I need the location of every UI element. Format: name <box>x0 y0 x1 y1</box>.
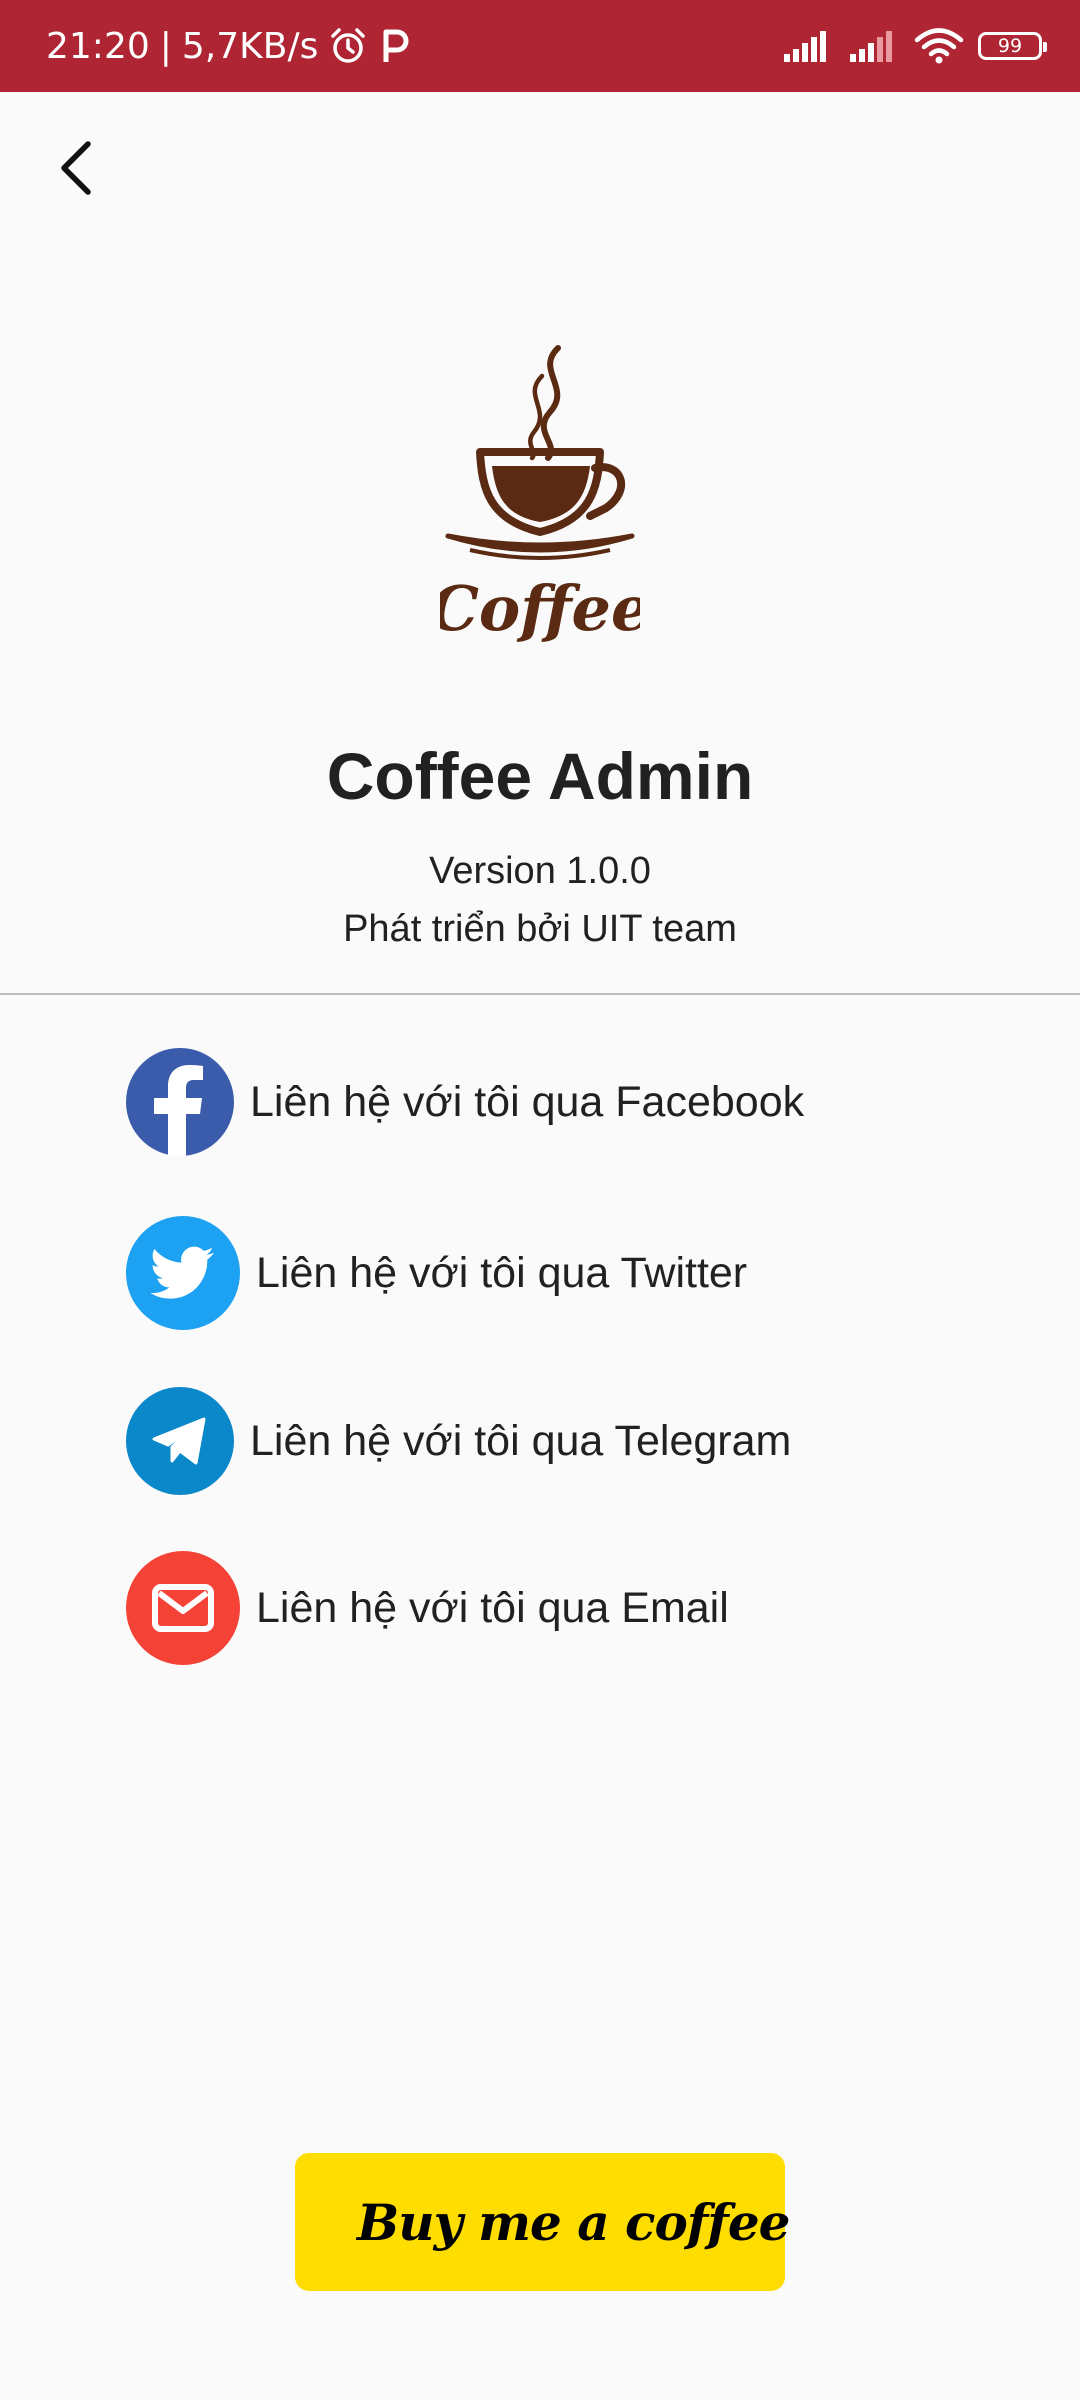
about-screen: 21:20 | 5,7KB/s 99 Coffee Coffee Admin V… <box>0 0 1080 2400</box>
wifi-icon <box>914 28 964 64</box>
contact-telegram[interactable]: Liên hệ với tôi qua Telegram <box>126 1387 791 1495</box>
status-bar: 21:20 | 5,7KB/s 99 <box>0 0 1080 92</box>
status-time: 21:20 <box>46 25 150 67</box>
app-developer: Phát triển bởi UIT team <box>343 908 737 950</box>
status-separator: | <box>159 25 172 67</box>
app-title: Coffee Admin <box>326 739 754 813</box>
contact-facebook[interactable]: Liên hệ với tôi qua Facebook <box>126 1048 804 1156</box>
logo-text: Coffee <box>440 572 640 645</box>
facebook-icon <box>126 1048 234 1156</box>
telegram-plane-glyph <box>152 1417 206 1465</box>
contact-facebook-label: Liên hệ với tôi qua Facebook <box>250 1077 805 1126</box>
email-icon <box>126 1551 240 1665</box>
app-version: Version 1.0.0 <box>429 850 651 892</box>
contact-email[interactable]: Liên hệ với tôi qua Email <box>126 1551 729 1665</box>
contact-telegram-label: Liên hệ với tôi qua Telegram <box>250 1416 792 1465</box>
coffee-logo: Coffee <box>430 340 650 650</box>
signal-icon-2 <box>850 31 892 62</box>
parking-app-icon <box>383 29 409 62</box>
twitter-bird-glyph <box>151 1246 214 1299</box>
telegram-icon <box>126 1387 234 1495</box>
buy-me-a-coffee-label: Buy me a coffee <box>357 2192 790 2252</box>
status-right: 99 <box>782 0 1047 92</box>
divider <box>0 993 1080 995</box>
alarm-icon <box>331 28 366 63</box>
back-button[interactable] <box>40 128 112 208</box>
chevron-left-icon <box>61 141 91 195</box>
network-speed: 5,7KB/s <box>181 25 319 67</box>
battery-icon: 99 <box>978 32 1047 60</box>
battery-level: 99 <box>997 35 1023 57</box>
coffee-cup-logo-icon: Coffee <box>430 345 650 645</box>
contact-twitter[interactable]: Liên hệ với tôi qua Twitter <box>126 1216 747 1330</box>
contact-email-label: Liên hệ với tôi qua Email <box>256 1583 729 1632</box>
signal-icon <box>784 31 826 62</box>
facebook-glyph <box>154 1065 203 1156</box>
status-left: 21:20 | 5,7KB/s <box>46 0 414 92</box>
buy-me-a-coffee-button[interactable]: Buy me a coffee <box>295 2153 790 2291</box>
contact-twitter-label: Liên hệ với tôi qua Twitter <box>256 1248 748 1297</box>
twitter-icon <box>126 1216 240 1330</box>
envelope-glyph <box>152 1584 214 1632</box>
